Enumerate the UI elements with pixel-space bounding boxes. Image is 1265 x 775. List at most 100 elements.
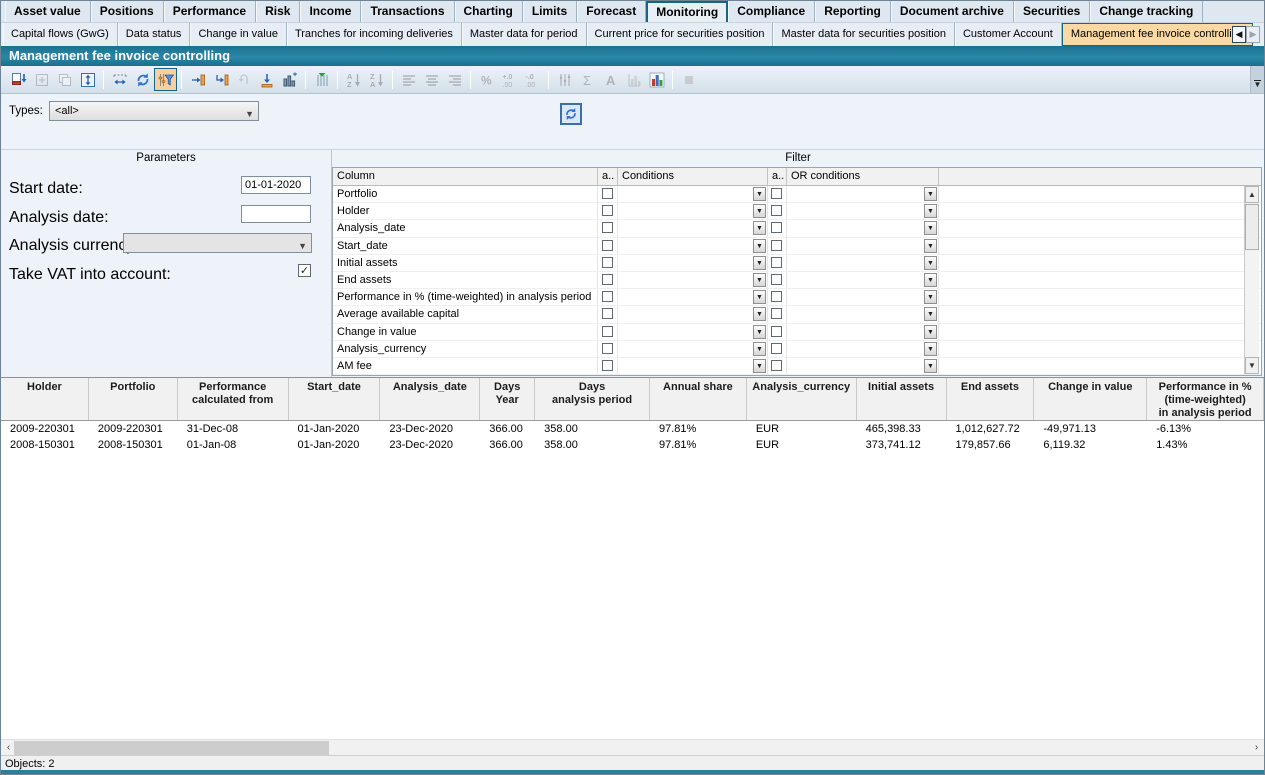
menu-item-performance[interactable]: Performance [164, 1, 256, 22]
filter-vertical-scrollbar[interactable]: ▲ ▼ [1244, 186, 1259, 374]
condition-cell[interactable]: ▼ [618, 358, 768, 374]
column-header-end-assets[interactable]: End assets [947, 378, 1035, 420]
stop-icon[interactable] [677, 68, 700, 91]
menu-item-asset-value[interactable]: Asset value [5, 1, 91, 22]
fit-to-window-icon[interactable] [30, 68, 53, 91]
or-condition-cell[interactable]: ▼ [787, 306, 939, 322]
remove-decimal-icon[interactable]: -.0.00 [521, 68, 544, 91]
or-checkbox[interactable] [771, 291, 782, 302]
menu-item-forecast[interactable]: Forecast [577, 1, 646, 22]
and-checkbox[interactable] [602, 240, 613, 251]
menu-item-securities[interactable]: Securities [1014, 1, 1090, 22]
or-checkbox[interactable] [771, 205, 782, 216]
goto-column-icon[interactable] [255, 68, 278, 91]
or-condition-dropdown-button[interactable]: ▼ [924, 325, 937, 339]
or-checkbox[interactable] [771, 360, 782, 371]
vat-checkbox[interactable]: ✓ [298, 264, 311, 277]
or-condition-cell[interactable]: ▼ [787, 341, 939, 357]
column-header-days[interactable]: Days analysis period [535, 378, 650, 420]
goto-row-icon[interactable] [209, 68, 232, 91]
goto-first-column-icon[interactable] [186, 68, 209, 91]
scroll-down-icon[interactable]: ▼ [1245, 357, 1259, 374]
percent-format-icon[interactable]: % [475, 68, 498, 91]
condition-cell[interactable]: ▼ [618, 272, 768, 288]
or-condition-dropdown-button[interactable]: ▼ [924, 290, 937, 304]
table-row[interactable]: 2009-2203012009-22030131-Dec-0801-Jan-20… [1, 421, 1264, 437]
condition-dropdown-button[interactable]: ▼ [753, 239, 766, 253]
menu-item-change-tracking[interactable]: Change tracking [1090, 1, 1203, 22]
menu-item-charting[interactable]: Charting [455, 1, 523, 22]
menu-item-transactions[interactable]: Transactions [361, 1, 454, 22]
fit-row-height-icon[interactable] [76, 68, 99, 91]
sum-icon[interactable]: Σ [576, 68, 599, 91]
menu-item-income[interactable]: Income [300, 1, 361, 22]
sort-ascending-icon[interactable]: AZ [342, 68, 365, 91]
or-condition-dropdown-button[interactable]: ▼ [924, 342, 937, 356]
and-checkbox[interactable] [602, 257, 613, 268]
or-condition-cell[interactable]: ▼ [787, 272, 939, 288]
column-header-initial-assets[interactable]: Initial assets [857, 378, 947, 420]
column-header-change-in-value[interactable]: Change in value [1034, 378, 1147, 420]
and-checkbox[interactable] [602, 274, 613, 285]
scrollbar-thumb[interactable] [1245, 204, 1259, 250]
condition-cell[interactable]: ▼ [618, 220, 768, 236]
or-condition-cell[interactable]: ▼ [787, 186, 939, 202]
and-checkbox[interactable] [602, 188, 613, 199]
refresh-icon[interactable] [131, 68, 154, 91]
table-row[interactable]: 2008-1503012008-15030101-Jan-0801-Jan-20… [1, 437, 1264, 453]
small-chart-icon[interactable] [622, 68, 645, 91]
subtab-customer-account[interactable]: Customer Account [955, 23, 1062, 46]
or-checkbox[interactable] [771, 240, 782, 251]
align-center-icon[interactable] [420, 68, 443, 91]
condition-cell[interactable]: ▼ [618, 255, 768, 271]
copy-view-icon[interactable] [53, 68, 76, 91]
align-left-icon[interactable] [397, 68, 420, 91]
condition-cell[interactable]: ▼ [618, 186, 768, 202]
condition-dropdown-button[interactable]: ▼ [753, 359, 766, 373]
freeze-columns-icon[interactable] [310, 68, 333, 91]
column-header-portfolio[interactable]: Portfolio [89, 378, 178, 420]
import-layout-icon[interactable] [7, 68, 30, 91]
column-header-start-date[interactable]: Start_date [289, 378, 381, 420]
tabs-scroll-right-button[interactable]: ▶ [1246, 26, 1260, 43]
goto-previous-icon[interactable] [232, 68, 255, 91]
run-search-button[interactable] [560, 103, 582, 125]
subtab-management-fee-invoice-controlling[interactable]: Management fee invoice controlling [1062, 23, 1253, 46]
menu-item-reporting[interactable]: Reporting [815, 1, 891, 22]
filter-header-and-3[interactable]: a.. [768, 168, 787, 185]
subtab-change-in-value[interactable]: Change in value [190, 23, 287, 46]
menu-item-document-archive[interactable]: Document archive [891, 1, 1014, 22]
or-condition-cell[interactable]: ▼ [787, 358, 939, 374]
font-icon[interactable]: A [599, 68, 622, 91]
and-checkbox[interactable] [602, 222, 613, 233]
chart-icon[interactable] [645, 68, 668, 91]
or-condition-cell[interactable]: ▼ [787, 238, 939, 254]
condition-cell[interactable]: ▼ [618, 324, 768, 340]
condition-dropdown-button[interactable]: ▼ [753, 187, 766, 201]
or-checkbox[interactable] [771, 308, 782, 319]
menu-item-positions[interactable]: Positions [91, 1, 164, 22]
or-condition-dropdown-button[interactable]: ▼ [924, 273, 937, 287]
filter-icon[interactable] [154, 68, 177, 91]
condition-dropdown-button[interactable]: ▼ [753, 204, 766, 218]
horizontal-scrollbar[interactable]: ‹ › [1, 739, 1264, 755]
condition-cell[interactable]: ▼ [618, 341, 768, 357]
condition-dropdown-button[interactable]: ▼ [753, 290, 766, 304]
subtab-master-data-for-securities-position[interactable]: Master data for securities position [773, 23, 954, 46]
subtab-capital-flows-gwg[interactable]: Capital flows (GwG) [3, 23, 118, 46]
or-checkbox[interactable] [771, 343, 782, 354]
analysis-date-input[interactable] [241, 205, 311, 223]
or-condition-dropdown-button[interactable]: ▼ [924, 187, 937, 201]
menu-item-compliance[interactable]: Compliance [728, 1, 815, 22]
or-condition-cell[interactable]: ▼ [787, 289, 939, 305]
add-decimal-icon[interactable]: +.0.00 [498, 68, 521, 91]
or-condition-cell[interactable]: ▼ [787, 203, 939, 219]
condition-cell[interactable]: ▼ [618, 289, 768, 305]
or-checkbox[interactable] [771, 257, 782, 268]
or-condition-dropdown-button[interactable]: ▼ [924, 307, 937, 321]
column-header-holder[interactable]: Holder [1, 378, 89, 420]
condition-dropdown-button[interactable]: ▼ [753, 342, 766, 356]
and-checkbox[interactable] [602, 308, 613, 319]
tabs-scroll-left-button[interactable]: ◀ [1232, 26, 1246, 43]
and-checkbox[interactable] [602, 360, 613, 371]
